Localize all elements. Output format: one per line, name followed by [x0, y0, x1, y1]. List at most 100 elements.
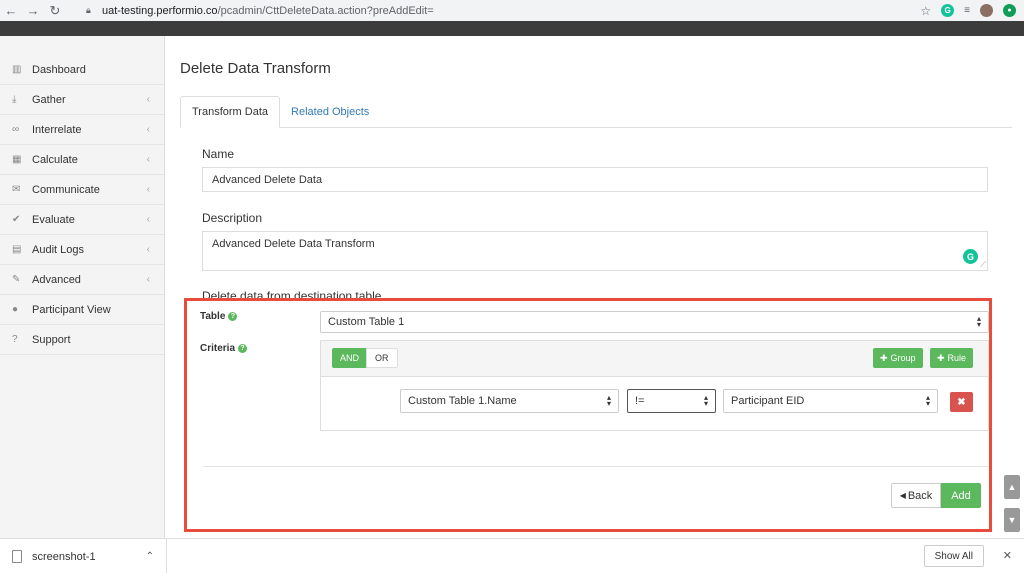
rule-field-value: Custom Table 1.Name	[408, 395, 517, 407]
description-label: Description	[202, 211, 263, 225]
extension-icon[interactable]: ●	[1003, 4, 1016, 17]
wrench-icon: ✎	[12, 274, 21, 285]
scroll-down-button[interactable]: ▼	[1004, 508, 1020, 532]
back-button[interactable]: ◀ Back	[891, 483, 941, 508]
name-label: Name	[202, 147, 235, 161]
sidebar-item-label: Evaluate	[32, 213, 75, 226]
tab-transform-data[interactable]: Transform Data	[180, 96, 281, 128]
name-input[interactable]: Advanced Delete Data	[202, 167, 988, 192]
address-bar[interactable]: 🔒︎ uat-testing.performio.co/pcadmin/CttD…	[86, 2, 916, 19]
download-file-name: screenshot-1	[32, 550, 96, 563]
table-label: Table ?	[200, 311, 238, 322]
rule-operator-select[interactable]: != ▴ ▾	[627, 389, 716, 413]
add-group-label: Group	[890, 353, 916, 363]
sidebar-item-calculate[interactable]: ▦ Calculate ‹	[0, 145, 164, 175]
add-group-button[interactable]: ✚ Group	[873, 348, 923, 368]
grammarly-icon[interactable]: G	[963, 249, 978, 264]
back-label: Back	[907, 489, 933, 502]
chevron-left-icon: ‹	[146, 274, 150, 285]
app-header	[0, 21, 1024, 36]
sidebar-item-label: Interrelate	[32, 123, 82, 136]
add-rule-label: Rule	[947, 353, 967, 363]
lock-icon: 🔒︎	[86, 5, 91, 15]
delete-rule-button[interactable]: ✖	[950, 392, 973, 412]
file-icon	[12, 550, 22, 563]
help-icon[interactable]: ?	[228, 312, 238, 321]
close-icon: ✖	[957, 396, 966, 408]
sidebar-item-interrelate[interactable]: ∞ Interrelate ‹	[0, 115, 164, 145]
bookmark-star-icon[interactable]: ☆	[920, 4, 931, 18]
delete-criteria-panel: Table ? Custom Table 1 ▴ ▾ Criteria ? AND…	[184, 298, 992, 532]
sidebar-item-label: Advanced	[32, 273, 81, 286]
tab-bar: Transform Data Related Objects	[180, 96, 1012, 128]
grammarly-extension-icon[interactable]: G	[941, 4, 955, 17]
plus-icon: ✚	[880, 352, 888, 363]
select-arrows-icon: ▴ ▾	[976, 314, 981, 329]
sidebar-item-evaluate[interactable]: ✔ Evaluate ‹	[0, 205, 164, 235]
or-button[interactable]: OR	[366, 348, 398, 368]
profile-avatar[interactable]	[980, 4, 993, 17]
chevron-up-icon[interactable]: ⌃	[146, 551, 154, 562]
caret-left-icon: ◀	[899, 491, 906, 500]
table-icon: ▦	[12, 154, 22, 165]
url-path: /pcadmin/CttDeleteData.action?preAddEdit…	[217, 4, 434, 17]
rule-operator-value: !=	[635, 395, 645, 407]
sidebar-item-advanced[interactable]: ✎ Advanced ‹	[0, 265, 164, 295]
divider	[203, 466, 989, 467]
sidebar-item-support[interactable]: ? Support	[0, 325, 164, 355]
sidebar-item-communicate[interactable]: ✉ Communicate ‹	[0, 175, 164, 205]
sidebar-item-dashboard[interactable]: ▥ Dashboard	[0, 55, 164, 85]
page-title: Delete Data Transform	[180, 60, 331, 77]
chevron-left-icon: ‹	[146, 184, 150, 195]
rule-value-select[interactable]: Participant EID ▴ ▾	[723, 389, 938, 413]
close-icon[interactable]: ✕	[1003, 549, 1012, 562]
file-icon: ▤	[12, 244, 22, 255]
chevron-down-icon: ▼	[1007, 515, 1017, 525]
sidebar-item-audit-logs[interactable]: ▤ Audit Logs ‹	[0, 235, 164, 265]
criteria-label: Criteria ?	[200, 343, 248, 354]
rule-value-text: Participant EID	[731, 395, 805, 407]
question-circle-icon: ?	[12, 334, 18, 345]
add-button[interactable]: Add	[941, 483, 981, 508]
select-arrows-icon: ▴ ▾	[703, 393, 708, 408]
description-text: Advanced Delete Data Transform	[212, 238, 375, 250]
table-select[interactable]: Custom Table 1 ▴ ▾	[320, 311, 989, 333]
chevron-left-icon: ‹	[146, 124, 150, 135]
sidebar-item-gather[interactable]: ⤓ Gather ‹	[0, 85, 164, 115]
criteria-header: AND OR ✚ Group ✚ Rule	[321, 341, 988, 377]
sidebar-item-label: Gather	[32, 93, 66, 106]
select-arrows-icon: ▴ ▾	[606, 393, 611, 408]
show-all-button[interactable]: Show All	[923, 545, 984, 567]
download-item[interactable]: screenshot-1 ⌃	[12, 539, 167, 573]
url-host: uat-testing.performio.co	[102, 4, 218, 17]
reading-list-icon[interactable]: ≡	[964, 5, 970, 16]
sidebar: ▥ Dashboard ⤓ Gather ‹ ∞ Interrelate ‹ ▦ Calculat…	[0, 36, 165, 538]
chevron-left-icon: ‹	[146, 94, 150, 105]
plus-icon: ✚	[937, 352, 945, 363]
scroll-up-button[interactable]: ▲	[1004, 475, 1020, 499]
description-textarea[interactable]: Advanced Delete Data Transform G ⟋	[202, 231, 988, 271]
thumbs-up-icon: ✔	[12, 214, 21, 225]
tab-related-objects[interactable]: Related Objects	[280, 96, 380, 128]
chevron-up-icon: ▲	[1007, 482, 1017, 492]
forward-arrow-icon[interactable]: →	[22, 0, 44, 21]
sidebar-item-label: Participant View	[32, 303, 111, 316]
link-icon: ∞	[12, 124, 20, 135]
and-button[interactable]: AND	[332, 348, 368, 368]
resize-handle-icon[interactable]: ⟋	[980, 260, 986, 270]
sidebar-item-label: Calculate	[32, 153, 78, 166]
bar-chart-icon: ▥	[12, 64, 22, 75]
sidebar-item-label: Audit Logs	[32, 243, 84, 256]
sidebar-item-participant-view[interactable]: ● Participant View	[0, 295, 164, 325]
chevron-left-icon: ‹	[146, 244, 150, 255]
chevron-left-icon: ‹	[146, 214, 150, 225]
rule-field-select[interactable]: Custom Table 1.Name ▴ ▾	[400, 389, 619, 413]
criteria-builder: AND OR ✚ Group ✚ Rule Custom Table 1.Nam…	[320, 340, 989, 431]
table-label-text: Table	[200, 311, 226, 322]
sidebar-item-label: Dashboard	[32, 63, 86, 76]
help-icon[interactable]: ?	[238, 344, 248, 353]
add-rule-button[interactable]: ✚ Rule	[930, 348, 974, 368]
reload-icon[interactable]: ↻	[44, 0, 66, 21]
table-select-value: Custom Table 1	[328, 316, 405, 328]
back-arrow-icon[interactable]: ←	[0, 0, 22, 21]
